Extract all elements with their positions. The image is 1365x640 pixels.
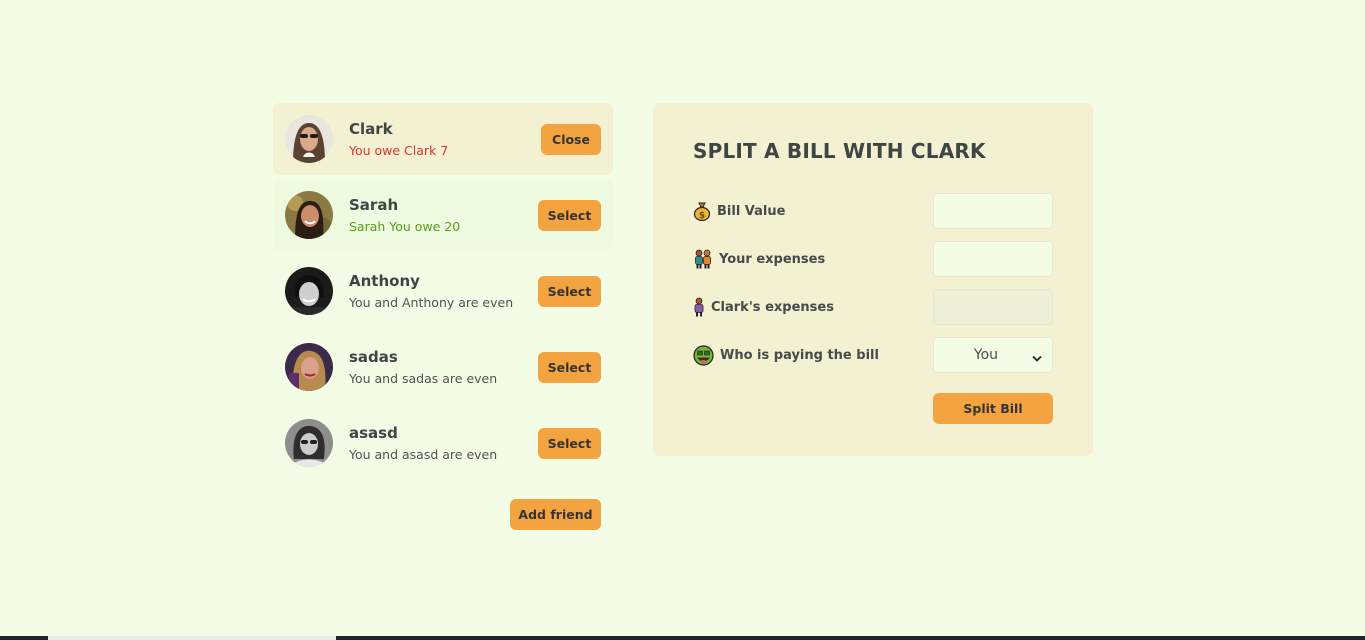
your-expenses-input[interactable] (933, 241, 1053, 277)
payer-row: Who is paying the bill You (693, 337, 1053, 373)
bill-value-input[interactable] (933, 193, 1053, 229)
friend-item-sarah: Sarah Sarah You owe 20 Select (273, 179, 613, 251)
your-expenses-row: Your expenses (693, 241, 1053, 277)
avatar (285, 267, 333, 315)
avatar (285, 343, 333, 391)
form-title: SPLIT A BILL WITH CLARK (693, 139, 986, 163)
friend-balance-status: You and sadas are even (349, 371, 498, 386)
bill-value-label: Bill Value (717, 203, 786, 219)
select-button[interactable]: Select (538, 200, 601, 231)
eat-n-split-app: Clark You owe Clark 7 Close Sarah Sarah … (0, 0, 1365, 640)
friend-item-clark: Clark You owe Clark 7 Close (273, 103, 613, 175)
bill-value-row: $ Bill Value (693, 193, 1053, 229)
payer-label: Who is paying the bill (720, 347, 879, 363)
person-icon (693, 297, 705, 317)
payer-select[interactable]: You (933, 337, 1053, 373)
money-bag-icon: $ (693, 201, 711, 221)
select-button[interactable]: Select (538, 276, 601, 307)
friends-list: Clark You owe Clark 7 Close Sarah Sarah … (273, 103, 613, 483)
svg-text:$: $ (699, 211, 705, 221)
friend-item-anthony: Anthony You and Anthony are even Select (273, 255, 613, 327)
select-button[interactable]: Select (538, 428, 601, 459)
friend-name: sadas (349, 348, 398, 366)
friend-expenses-input (933, 289, 1053, 325)
friend-item-asasd: asasd You and asasd are even Select (273, 407, 613, 479)
friend-balance-status: You and asasd are even (349, 447, 498, 462)
payer-selected-value: You (973, 347, 999, 363)
friend-name: Clark (349, 120, 393, 138)
your-expenses-label: Your expenses (719, 251, 826, 267)
avatar (285, 191, 333, 239)
avatar (285, 115, 333, 163)
friend-balance-status: Sarah You owe 20 (349, 219, 461, 234)
chevron-down-icon (1032, 351, 1042, 367)
close-button[interactable]: Close (541, 124, 601, 155)
friend-name: asasd (349, 424, 398, 442)
taskbar (0, 636, 1365, 640)
split-bill-button[interactable]: Split Bill (933, 393, 1053, 424)
add-friend-button[interactable]: Add friend (510, 499, 601, 530)
money-face-icon (693, 344, 714, 366)
avatar (285, 419, 333, 467)
friend-balance-status: You and Anthony are even (349, 295, 514, 310)
friend-expenses-row: Clark's expenses (693, 289, 1053, 325)
friend-balance-status: You owe Clark 7 (349, 143, 449, 158)
friend-item-sadas: sadas You and sadas are even Select (273, 331, 613, 403)
friend-name: Sarah (349, 196, 399, 214)
friend-name: Anthony (349, 272, 420, 290)
select-button[interactable]: Select (538, 352, 601, 383)
friend-expenses-label: Clark's expenses (711, 299, 834, 315)
people-icon (693, 249, 713, 269)
split-bill-form: SPLIT A BILL WITH CLARK $ Bill Value You… (653, 103, 1093, 456)
